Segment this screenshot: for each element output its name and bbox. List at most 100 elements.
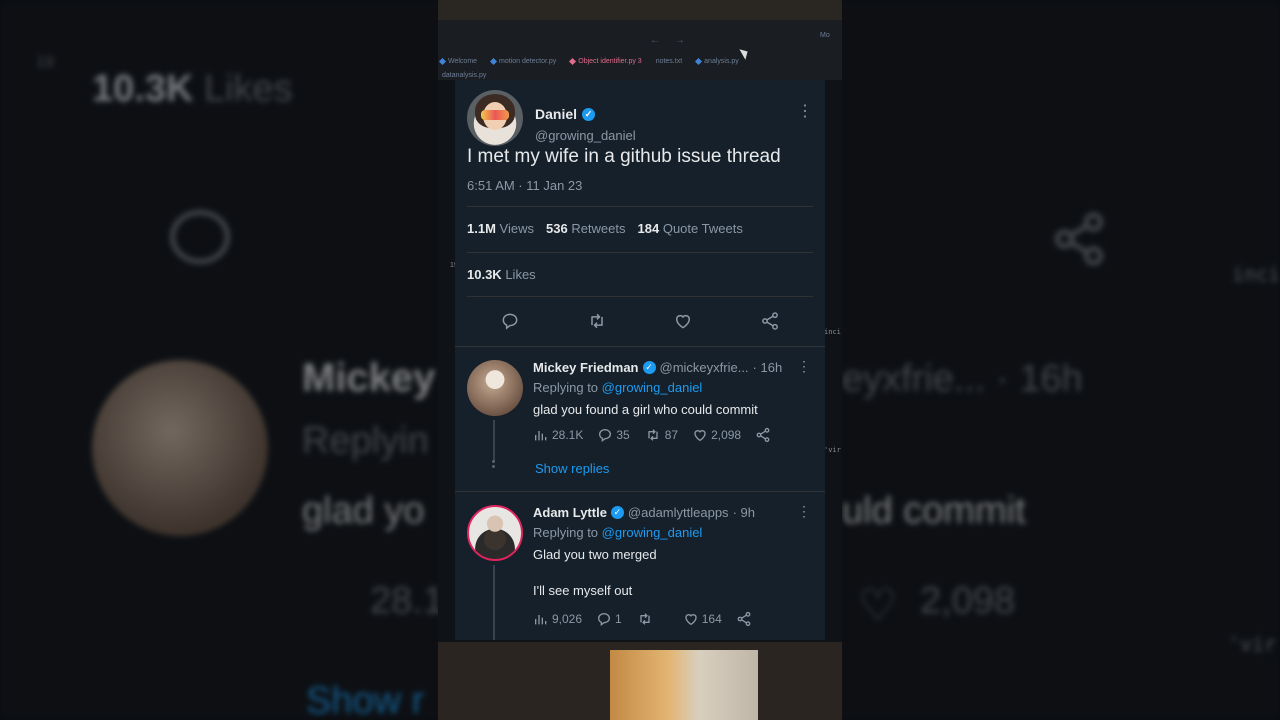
- reply-metrics: 9,026 1 164: [533, 610, 766, 628]
- reply-avatar[interactable]: [467, 505, 523, 561]
- editor-code-fragment: inci: [824, 328, 841, 336]
- retweet-icon: [648, 429, 658, 441]
- comment-icon: [502, 313, 518, 330]
- reply-text: glad you found a girl who could commit: [533, 402, 758, 417]
- retweets-metric[interactable]: 87: [644, 427, 678, 443]
- bg-share-icon: [1054, 212, 1104, 266]
- bg-show-replies: Show r: [306, 680, 425, 720]
- comments-metric[interactable]: 35: [597, 427, 630, 443]
- tweet-stats: 1.1M Views 536 Retweets 184 Quote Tweets: [467, 221, 743, 236]
- tweet-actions: [467, 310, 813, 332]
- editor-search[interactable]: Mo: [820, 32, 830, 39]
- python-file-icon: [569, 57, 577, 65]
- file-icon: [438, 57, 447, 65]
- share-icon: [761, 312, 778, 330]
- bg-code-2: 'vir: [1228, 632, 1277, 656]
- mention-link[interactable]: @growing_daniel: [602, 380, 703, 395]
- bg-right-likes: 2,098: [920, 580, 1016, 622]
- bg-replying: Replyin: [302, 420, 429, 462]
- video-frame: 19 10.3K Likes Mickey Replyin glad yo ey…: [0, 0, 1280, 720]
- show-replies-link[interactable]: Show replies: [535, 461, 609, 476]
- comment-icon: [599, 428, 612, 442]
- editor-tabs: Welcome motion detector.py Object identi…: [438, 52, 842, 70]
- heart-icon: [694, 430, 706, 442]
- thread-dots: [492, 460, 495, 470]
- thread-line: [493, 420, 495, 462]
- share-icon: [756, 427, 770, 443]
- reply-item[interactable]: Adam Lyttle ✓ @adamlyttleapps · 9h ⋮ Rep…: [455, 503, 825, 640]
- reply-avatar[interactable]: [467, 360, 523, 416]
- more-options-icon[interactable]: ⋮: [797, 358, 811, 375]
- replying-to: Replying to @growing_daniel: [533, 525, 703, 540]
- editor-breadcrumb: datanalysis.py: [442, 72, 487, 79]
- verified-badge-icon: ✓: [642, 361, 656, 374]
- bg-avatar: [92, 360, 268, 536]
- reply-header: Mickey Friedman ✓ @mickeyxfrie... · 16h: [533, 360, 783, 375]
- reply-text-line-2: I'll see myself out: [533, 583, 633, 598]
- views-metric[interactable]: 28.1K: [533, 427, 583, 443]
- divider: [467, 296, 813, 297]
- retweet-icon: [591, 313, 603, 329]
- tweet-timestamp[interactable]: 6:51 AM · 11 Jan 23: [467, 178, 582, 193]
- share-metric[interactable]: [755, 427, 771, 443]
- avatar[interactable]: [467, 90, 523, 146]
- divider: [455, 491, 825, 492]
- reply-button[interactable]: [499, 310, 521, 332]
- mention-link[interactable]: @growing_daniel: [602, 525, 703, 540]
- views-icon: [535, 615, 547, 625]
- likes-metric[interactable]: 164: [683, 611, 722, 627]
- bg-right-handle: eyxfrie... · 16h: [842, 358, 1083, 400]
- more-options-icon[interactable]: ⋮: [797, 503, 811, 520]
- tab-welcome[interactable]: Welcome: [438, 52, 477, 70]
- room-door: [610, 650, 758, 720]
- reply-metrics: 28.1K 35 87 2,098: [533, 426, 785, 444]
- thread-line: [493, 565, 495, 640]
- author-name[interactable]: Daniel ✓: [535, 106, 596, 122]
- divider: [455, 346, 825, 347]
- retweets-stat[interactable]: 536 Retweets: [546, 221, 626, 236]
- reply-item[interactable]: Mickey Friedman ✓ @mickeyxfrie... · 16h …: [455, 358, 825, 490]
- share-button[interactable]: [759, 310, 781, 332]
- bg-name: Mickey: [302, 356, 436, 400]
- verified-badge-icon: ✓: [610, 506, 624, 519]
- sunglasses-graphic: [481, 110, 509, 120]
- bg-line-number: 19: [36, 54, 54, 71]
- bg-comment-icon: [170, 210, 230, 264]
- comments-metric[interactable]: 1: [596, 611, 622, 627]
- quote-tweets-stat[interactable]: 184 Quote Tweets: [638, 221, 743, 236]
- bg-views: 28.1: [370, 580, 444, 622]
- views-stat: 1.1M Views: [467, 221, 534, 236]
- retweet-button[interactable]: [586, 310, 608, 332]
- bg-code: inci: [1232, 262, 1280, 286]
- tweet-header: Daniel ✓ @growing_daniel ⋮: [467, 90, 813, 146]
- tweet-card: Daniel ✓ @growing_daniel ⋮ I met my wife…: [455, 80, 825, 640]
- tab-motion-detector[interactable]: motion detector.py: [490, 52, 556, 70]
- author-handle[interactable]: @growing_daniel: [535, 128, 636, 143]
- retweet-icon: [640, 613, 650, 625]
- replying-to: Replying to @growing_daniel: [533, 380, 703, 395]
- bg-right-text: uld commit: [842, 490, 1026, 532]
- python-file-icon: [695, 57, 703, 65]
- divider: [467, 252, 813, 253]
- like-button[interactable]: [672, 310, 694, 332]
- tab-notes[interactable]: notes.txt: [656, 52, 682, 70]
- bg-text: glad yo: [302, 490, 425, 532]
- views-metric[interactable]: 9,026: [533, 611, 582, 627]
- share-icon: [737, 611, 751, 627]
- editor-nav-arrows[interactable]: ← →: [650, 35, 691, 46]
- share-metric[interactable]: [736, 611, 752, 627]
- bg-heart-icon: ♡: [858, 581, 898, 630]
- likes-stat[interactable]: 10.3K Likes: [467, 267, 536, 282]
- tab-object-identifier[interactable]: Object identifier.py 3: [569, 52, 642, 70]
- tab-analysis[interactable]: analysis.py: [695, 52, 739, 70]
- editor-code-fragment-2: 'vir: [824, 446, 841, 454]
- reply-header: Adam Lyttle ✓ @adamlyttleapps · 9h: [533, 505, 755, 520]
- heart-icon: [676, 314, 691, 329]
- reply-text: Glad you two merged: [533, 547, 657, 562]
- retweets-metric[interactable]: [636, 611, 657, 627]
- more-options-icon[interactable]: ⋮: [797, 104, 813, 120]
- comment-icon: [598, 612, 611, 626]
- bg-likes: 10.3K Likes: [92, 68, 293, 110]
- likes-metric[interactable]: 2,098: [692, 427, 741, 443]
- tweet-text: I met my wife in a github issue thread: [467, 146, 781, 167]
